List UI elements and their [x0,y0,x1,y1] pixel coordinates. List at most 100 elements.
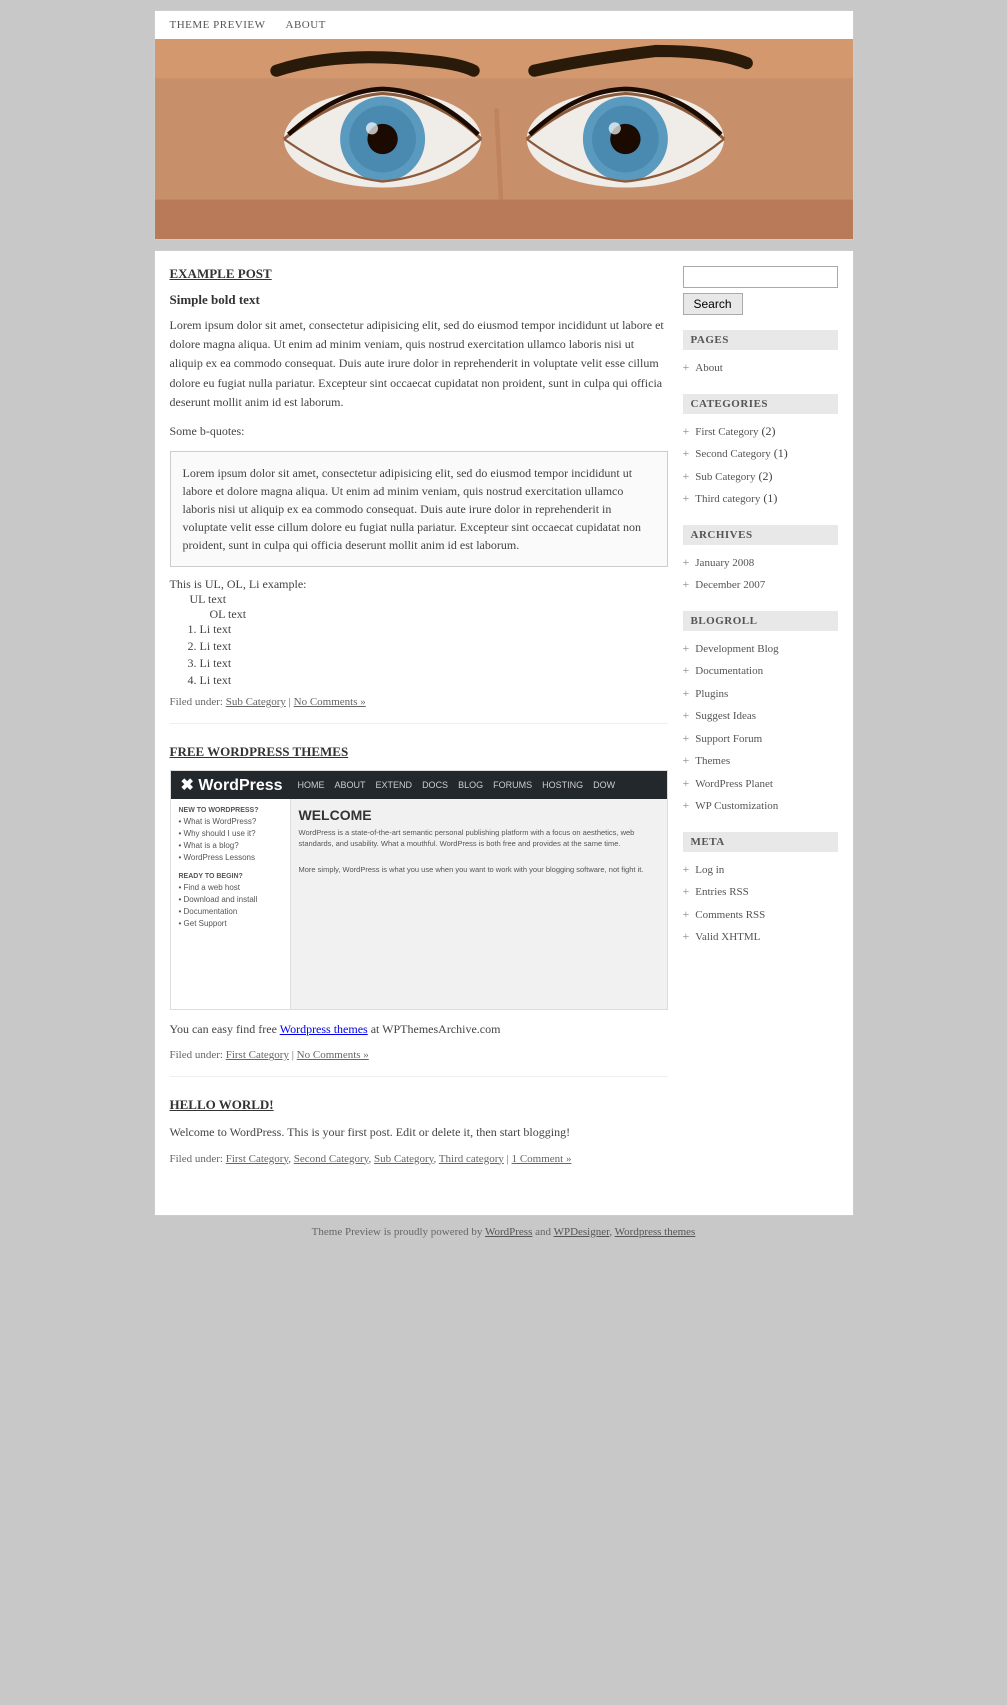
cat-second-link[interactable]: Second Category [695,448,770,460]
cat-first-link[interactable]: First Category [695,426,758,438]
list-item: Li text [200,656,668,671]
wp-docs: • Documentation [179,907,282,916]
pages-section: PAGES + About [683,330,838,379]
post-subtitle: Simple bold text [170,292,668,308]
nav-theme-preview[interactable]: THEME PREVIEW [170,19,266,31]
wp-screenshot: ✖ WordPress HOME ABOUT EXTEND DOCS BLOG … [170,770,668,1010]
blogroll-dev-link[interactable]: Development Blog [695,643,778,655]
filed-under-label-3: Filed under: [170,1153,223,1165]
nav-about[interactable]: ABOUT [286,19,326,31]
cat-sub-count: (2) [758,469,772,483]
li-list: Li text Li text Li text Li text [200,622,668,688]
post-footer-3: Filed under: First Category, Second Cate… [170,1153,668,1165]
footer-text: Theme Preview is proudly powered by [312,1226,485,1238]
meta-entries-link[interactable]: Entries RSS [695,886,748,898]
blogroll-support-link[interactable]: Support Forum [695,733,762,745]
meta-section: META + Log in + Entries RSS + Comments R… [683,832,838,948]
cat-first-count: (2) [762,424,776,438]
list-item: Li text [200,622,668,637]
pages-title: PAGES [683,330,838,350]
wp-nav-home: HOME [298,780,325,790]
hw-cat-second[interactable]: Second Category [294,1153,369,1165]
wp-body-text: WordPress is a state-of-the-art semantic… [299,828,659,849]
wp-left-panel: NEW TO WORDPRESS? • What is WordPress? •… [171,799,291,1009]
sidebar: Search PAGES + About CATEGORIES + First … [683,266,838,1200]
wp-body-text2: More simply, WordPress is what you use w… [299,865,659,876]
wp-nav-extend: EXTEND [376,780,413,790]
blogroll-wpc-link[interactable]: WP Customization [695,800,778,812]
archive-jan-link[interactable]: January 2008 [695,557,754,569]
list-section: This is UL, OL, Li example: UL text OL t… [170,577,668,688]
category-first[interactable]: First Category [226,1049,289,1061]
blogroll-suggest-link[interactable]: Suggest Ideas [695,710,756,722]
blogroll-plugins-link[interactable]: Plugins [695,688,728,700]
hw-cat-sub[interactable]: Sub Category [374,1153,433,1165]
blogroll-wpc: + WP Customization [683,794,838,817]
list-item: Li text [200,639,668,654]
wp-header: ✖ WordPress HOME ABOUT EXTEND DOCS BLOG … [171,771,667,799]
post-footer-2: Filed under: First Category | No Comment… [170,1049,668,1061]
site-footer: Theme Preview is proudly powered by Word… [154,1216,854,1248]
wp-support: • Get Support [179,919,282,928]
main-nav: THEME PREVIEW ABOUT [155,11,853,39]
wp-nav-dow: DOW [593,780,615,790]
ol-text: OL text [210,607,668,622]
meta-comments-link[interactable]: Comments RSS [695,909,765,921]
post-body-1: Lorem ipsum dolor sit amet, consectetur … [170,316,668,412]
no-comments-2[interactable]: No Comments » [297,1049,369,1061]
footer-and: and [535,1226,553,1238]
list-item: Li text [200,673,668,688]
footer-themes-link[interactable]: Wordpress themes [615,1226,696,1238]
blogroll-themes-link[interactable]: Themes [695,755,730,767]
post-title-hw[interactable]: HELLO WORLD! [170,1097,668,1113]
wp-nav-hosting: HOSTING [542,780,583,790]
wp-right-panel: WELCOME WordPress is a state-of-the-art … [291,799,667,1009]
wp-nav-forums: FORUMS [493,780,532,790]
hw-cat-third[interactable]: Third category [439,1153,504,1165]
archive-dec: + December 2007 [683,573,838,596]
wp-nav-docs: DOCS [422,780,448,790]
blogroll-section: BLOGROLL + Development Blog + Documentat… [683,611,838,817]
search-section: Search [683,266,838,315]
blogroll-docs: + Documentation [683,659,838,682]
blogroll-docs-link[interactable]: Documentation [695,665,763,677]
meta-login-link[interactable]: Log in [695,864,724,876]
category-sub[interactable]: Sub Category [226,696,286,708]
no-comments[interactable]: No Comments » [294,696,366,708]
hw-cat-first[interactable]: First Category [226,1153,289,1165]
post-example: EXAMPLE POST Simple bold text Lorem ipsu… [170,266,668,724]
blogroll-dev: + Development Blog [683,637,838,660]
post-footer-1: Filed under: Sub Category | No Comments … [170,696,668,708]
categories-title: CATEGORIES [683,394,838,414]
cat-third-link[interactable]: Third category [695,493,760,505]
wp-what: • What is WordPress? [179,817,282,826]
footer-wp-link[interactable]: WordPress [485,1226,532,1238]
post-wp-themes: FREE WORDPRESS THEMES ✖ WordPress HOME A… [170,744,668,1077]
meta-title: META [683,832,838,852]
hw-comments[interactable]: 1 Comment » [512,1153,572,1165]
wp-blog: • What is a blog? [179,841,282,850]
cat-second: + Second Category (1) [683,442,838,465]
wp-ready: READY TO BEGIN? [179,873,282,880]
page-about-link[interactable]: About [695,362,723,374]
post-title-example[interactable]: EXAMPLE POST [170,266,668,282]
blogroll-planet: + WordPress Planet [683,772,838,795]
cat-sub-link[interactable]: Sub Category [695,471,755,483]
blogroll-planet-link[interactable]: WordPress Planet [695,778,773,790]
meta-login: + Log in [683,858,838,881]
archive-dec-link[interactable]: December 2007 [695,579,765,591]
filed-under-label: Filed under: [170,696,223,708]
search-input[interactable] [683,266,838,288]
cat-second-count: (1) [774,446,788,460]
wp-download: • Download and install [179,895,282,904]
blogroll-plugins: + Plugins [683,682,838,705]
wp-themes-link[interactable]: Wordpress themes [280,1022,368,1036]
bquote-label: Some b-quotes: [170,422,668,441]
footer-wpdesigner-link[interactable]: WPDesigner [554,1226,610,1238]
meta-xhtml-link[interactable]: Valid XHTML [695,931,760,943]
archives-title: ARCHIVES [683,525,838,545]
cat-third: + Third category (1) [683,487,838,510]
post-title-wp[interactable]: FREE WORDPRESS THEMES [170,744,668,760]
plus-icon: + [683,360,690,374]
search-button[interactable]: Search [683,293,743,315]
